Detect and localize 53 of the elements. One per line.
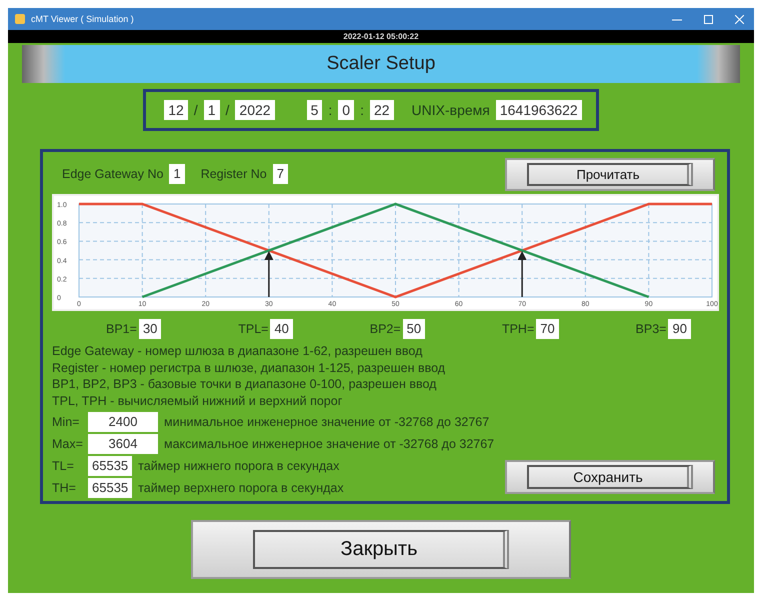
- separator: :: [360, 102, 364, 118]
- param-field[interactable]: 65535: [88, 478, 132, 498]
- help-text: Register - номер регистра в шлюзе, диапазон 1-125, разрешен ввод: [52, 360, 446, 376]
- unix-time-label: UNIX-время: [412, 102, 490, 118]
- help-text: Edge Gateway - номер шлюза в диапазоне 1-62, разрешен ввод: [52, 343, 424, 360]
- help-text: TPL, TPH - вычисляемый нижний и верхний порог: [52, 392, 344, 409]
- param-description: максимальное инженерное значение от -32768 до 32767: [164, 437, 494, 451]
- arrow: [264, 251, 274, 297]
- point-label: TPL=: [238, 322, 268, 336]
- read-button[interactable]: Прочитать: [505, 158, 715, 190]
- arrow: [518, 251, 527, 297]
- param-label: Min=: [52, 415, 80, 429]
- param-description: таймер верхнего порога в секундах: [138, 481, 344, 495]
- gateway-field[interactable]: 1: [169, 164, 185, 184]
- param-label: TH=: [52, 481, 77, 495]
- param-label: TL=: [52, 459, 75, 473]
- date-time-field[interactable]: 5: [306, 100, 322, 120]
- param-label: Max=: [52, 437, 82, 451]
- point-label: TPH=: [502, 322, 534, 336]
- separator: /: [194, 102, 198, 118]
- point-field[interactable]: 90: [668, 319, 691, 339]
- param-field[interactable]: 2400: [88, 412, 158, 432]
- point-label: BP1=: [106, 322, 137, 336]
- save-button[interactable]: Сохранить: [505, 460, 715, 494]
- date-time-field[interactable]: 2022: [235, 100, 275, 120]
- point-field[interactable]: 70: [536, 319, 559, 339]
- point-label: BP3=: [636, 322, 666, 336]
- param-description: таймер нижнего порога в секундах: [138, 459, 340, 473]
- close-icon[interactable]: [735, 14, 744, 24]
- param-description: минимальное инженерное значение от -32768 до 32767: [164, 415, 490, 429]
- date-time-field[interactable]: 12: [164, 100, 188, 120]
- separator: /: [226, 102, 230, 118]
- page-title: Scaler Setup: [326, 53, 436, 75]
- maximize-icon[interactable]: [704, 14, 713, 24]
- unix-time-field[interactable]: 1641963622: [496, 100, 582, 120]
- window-title: cMT Viewer ( Simulation ): [31, 14, 135, 24]
- date-time-field[interactable]: 1: [204, 100, 220, 120]
- gateway-label: Edge Gateway No: [62, 167, 164, 181]
- point-label: BP2=: [370, 322, 401, 336]
- param-field[interactable]: 65535: [88, 456, 132, 476]
- app-icon: [14, 13, 26, 25]
- register-field[interactable]: 7: [272, 164, 288, 184]
- clock: 2022-01-12 05:00:22: [8, 30, 754, 43]
- help-text: BP1, BP2, BP3 - базовые точки в диапазоне 0-100, разрешен ввод: [52, 376, 438, 392]
- param-field[interactable]: 3604: [88, 434, 158, 454]
- date-time-field[interactable]: 0: [338, 100, 354, 120]
- date-time-field[interactable]: 22: [370, 100, 394, 120]
- point-field[interactable]: 30: [138, 319, 162, 339]
- point-field[interactable]: 40: [270, 319, 293, 339]
- register-label: Register No: [200, 167, 267, 181]
- close-button[interactable]: Закрыть: [191, 520, 571, 579]
- separator: :: [328, 102, 332, 118]
- point-field[interactable]: 50: [402, 319, 426, 339]
